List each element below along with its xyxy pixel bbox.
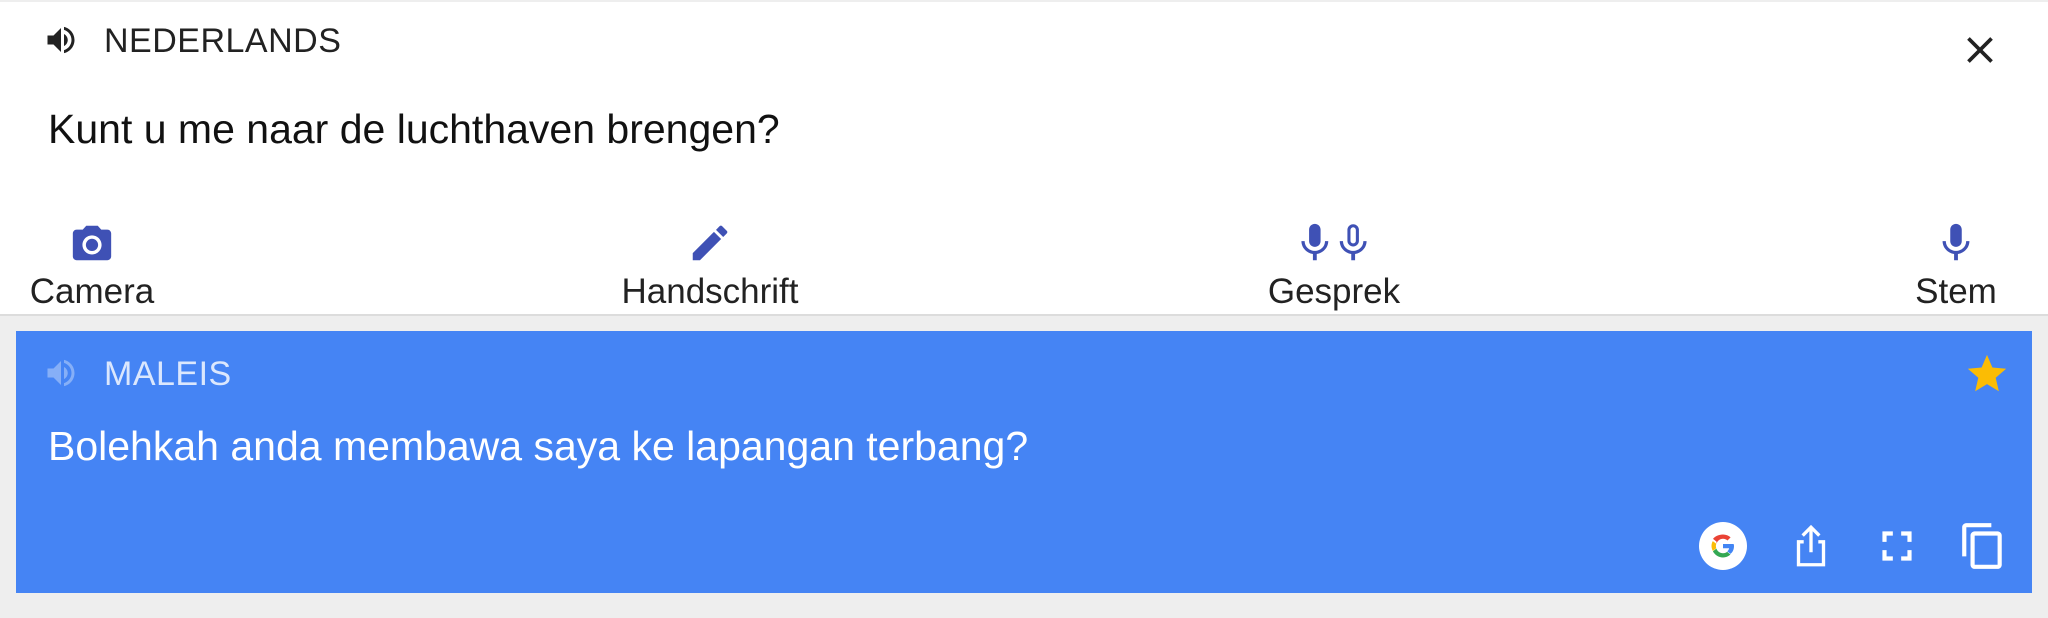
speaker-icon[interactable] [40, 355, 82, 391]
microphone-icon [1942, 223, 1970, 261]
conversation-button[interactable]: Gesprek [1254, 220, 1414, 312]
share-icon[interactable] [1786, 521, 1836, 571]
google-icon[interactable] [1698, 521, 1748, 571]
close-icon[interactable] [1958, 28, 2002, 72]
tool-label: Camera [29, 272, 155, 311]
camera-button[interactable]: Camera [28, 220, 156, 312]
fullscreen-icon[interactable] [1872, 521, 1922, 571]
source-text[interactable]: Kunt u me naar de luchthaven brengen? [48, 106, 780, 153]
source-panel: NEDERLANDS Kunt u me naar de luchthaven … [0, 0, 2048, 316]
divider [0, 314, 2048, 316]
tool-label: Handschrift [621, 272, 799, 311]
tool-label: Gesprek [1267, 272, 1401, 311]
target-language-label: MALEIS [104, 355, 232, 393]
voice-button[interactable]: Stem [1900, 220, 2012, 312]
source-language-label[interactable]: NEDERLANDS [104, 22, 341, 61]
camera-icon [72, 225, 112, 261]
star-icon[interactable] [1964, 351, 2010, 397]
speaker-icon[interactable] [40, 22, 82, 58]
tool-label: Stem [1915, 272, 1997, 311]
translation-card: MALEIS Bolehkah anda membawa saya ke lap… [16, 331, 2032, 593]
dual-microphone-icon [1301, 223, 1367, 261]
translated-text[interactable]: Bolehkah anda membawa saya ke lapangan t… [48, 423, 1028, 470]
handwriting-button[interactable]: Handschrift [610, 220, 810, 312]
pen-icon [692, 225, 728, 261]
copy-icon[interactable] [1958, 521, 2008, 571]
